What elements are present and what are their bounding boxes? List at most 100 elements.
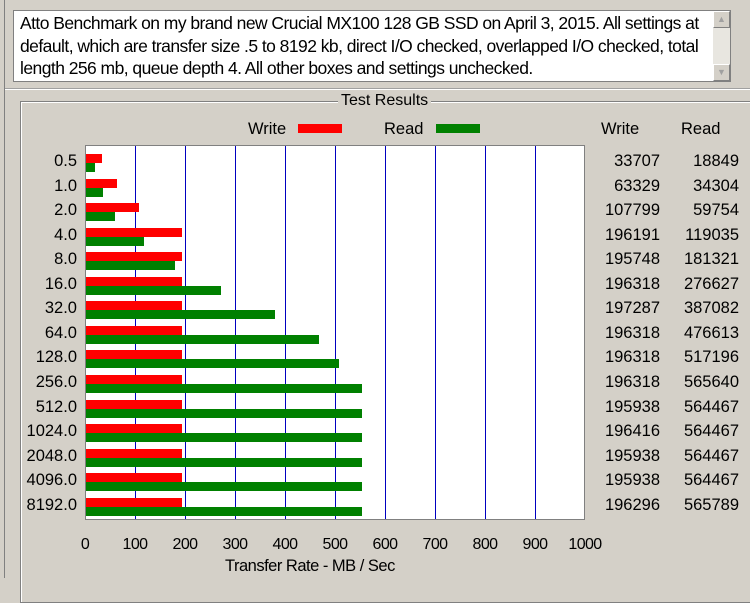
triangle-up-icon: ▲ xyxy=(717,14,726,24)
write-value: 195938 xyxy=(604,471,660,490)
bar-read xyxy=(86,408,362,418)
write-value: 196416 xyxy=(604,422,660,441)
read-value: 18849 xyxy=(693,152,739,170)
write-value: 63329 xyxy=(614,176,660,195)
x-tick-label: 200 xyxy=(172,536,199,553)
y-category-label: 32.0 xyxy=(44,299,77,318)
bar-write xyxy=(86,301,183,311)
gridline xyxy=(485,146,486,519)
y-category-label: 512.0 xyxy=(35,397,77,416)
y-category-label: 64.0 xyxy=(44,323,77,342)
y-category-label: 8.0 xyxy=(54,250,77,269)
y-category-label: 4096.0 xyxy=(26,471,77,490)
x-tick-label: 900 xyxy=(522,536,549,553)
x-tick-label: 400 xyxy=(272,536,299,553)
y-category-label: 4.0 xyxy=(54,225,77,244)
gridline xyxy=(435,146,436,519)
bar-read xyxy=(86,457,362,467)
description-textarea[interactable]: Atto Benchmark on my brand new Crucial M… xyxy=(13,10,731,82)
window-left-edge xyxy=(0,0,5,578)
scroll-down-button[interactable]: ▼ xyxy=(713,64,730,81)
write-value: 196318 xyxy=(604,274,660,293)
bar-write xyxy=(86,154,103,163)
write-value: 196318 xyxy=(604,372,660,391)
y-category-label: 16.0 xyxy=(44,274,77,293)
legend-read-label: Read xyxy=(384,120,424,138)
x-tick-label: 500 xyxy=(322,536,349,553)
plot-area xyxy=(85,145,585,520)
write-value: 107799 xyxy=(604,201,660,220)
bar-read xyxy=(86,163,96,172)
read-value: 565640 xyxy=(683,372,739,391)
read-value: 276627 xyxy=(683,274,739,293)
bar-write xyxy=(86,374,182,384)
write-value: 195938 xyxy=(604,446,660,465)
gridline xyxy=(385,146,386,519)
y-category-label: 1024.0 xyxy=(26,422,77,441)
read-value: 564467 xyxy=(683,422,739,441)
description-text: Atto Benchmark on my brand new Crucial M… xyxy=(20,13,699,78)
x-tick-label: 800 xyxy=(472,536,499,553)
column-header-read: Read xyxy=(681,120,721,138)
bar-write xyxy=(86,448,182,458)
write-value: 196191 xyxy=(604,225,660,244)
bar-read xyxy=(86,334,319,344)
read-value: 564467 xyxy=(683,397,739,416)
write-value: 195748 xyxy=(604,250,660,269)
bar-read xyxy=(86,187,103,197)
write-value: 196296 xyxy=(604,495,660,514)
bar-read xyxy=(86,359,339,369)
write-value: 196318 xyxy=(604,323,660,342)
bar-read xyxy=(86,212,116,222)
bar-write xyxy=(86,325,182,335)
bar-write xyxy=(86,178,117,188)
y-category-label: 128.0 xyxy=(35,348,77,367)
bar-read xyxy=(86,310,275,320)
bar-read xyxy=(86,482,362,492)
y-category-label: 1.0 xyxy=(54,176,77,195)
bar-read xyxy=(86,383,363,393)
bar-read xyxy=(86,433,362,443)
x-tick-label: 100 xyxy=(122,536,149,553)
x-tick-label: 0 xyxy=(80,536,90,553)
write-value: 195938 xyxy=(604,397,660,416)
bar-write xyxy=(86,424,182,434)
description-scrollbar[interactable]: ▲ ▼ xyxy=(713,11,730,81)
y-category-label: 0.5 xyxy=(54,152,77,170)
separator xyxy=(5,88,750,90)
x-tick-label: 300 xyxy=(222,536,249,553)
read-value: 476613 xyxy=(683,323,739,342)
x-tick-label: 600 xyxy=(372,536,399,553)
y-category-label: 256.0 xyxy=(35,372,77,391)
bar-write xyxy=(86,473,182,483)
x-tick-label: 1000 xyxy=(568,536,602,553)
column-header-write: Write xyxy=(601,120,640,138)
legend-write-label: Write xyxy=(248,120,287,138)
bar-write xyxy=(86,252,182,262)
read-value: 59754 xyxy=(693,201,739,220)
legend-read-swatch xyxy=(436,124,480,133)
read-value: 181321 xyxy=(683,250,739,269)
read-value: 387082 xyxy=(683,299,739,318)
y-category-label: 2048.0 xyxy=(26,446,77,465)
read-value: 565789 xyxy=(683,495,739,514)
bar-read xyxy=(86,236,145,246)
triangle-down-icon: ▼ xyxy=(717,67,726,77)
x-axis-label: Transfer Rate - MB / Sec xyxy=(225,557,395,575)
bar-write xyxy=(86,227,182,237)
y-category-label: 2.0 xyxy=(54,201,77,220)
bar-write xyxy=(86,399,182,409)
write-value: 197287 xyxy=(604,299,660,318)
read-value: 34304 xyxy=(693,176,739,195)
bar-read xyxy=(86,261,175,271)
scroll-up-button[interactable]: ▲ xyxy=(713,11,730,28)
read-value: 564467 xyxy=(683,446,739,465)
bar-write xyxy=(86,203,139,213)
write-value: 196318 xyxy=(604,348,660,367)
legend-write-swatch xyxy=(298,124,342,133)
bar-read xyxy=(86,506,363,516)
write-value: 33707 xyxy=(614,152,660,170)
bar-write xyxy=(86,497,182,507)
read-value: 119035 xyxy=(685,225,739,244)
group-title: Test Results xyxy=(338,92,432,110)
